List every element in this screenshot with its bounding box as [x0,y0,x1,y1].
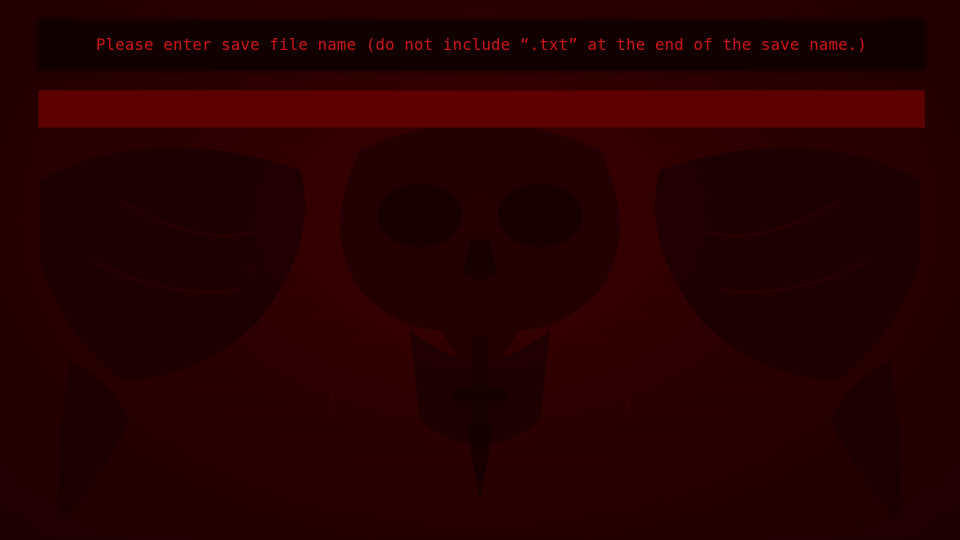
save-file-screen: Please enter save file name (do not incl… [0,0,960,540]
save-prompt-box: Please enter save file name (do not incl… [38,20,925,70]
save-file-name-input[interactable] [38,90,925,128]
save-prompt-text: Please enter save file name (do not incl… [95,36,868,54]
background-skull-artwork [40,122,920,520]
